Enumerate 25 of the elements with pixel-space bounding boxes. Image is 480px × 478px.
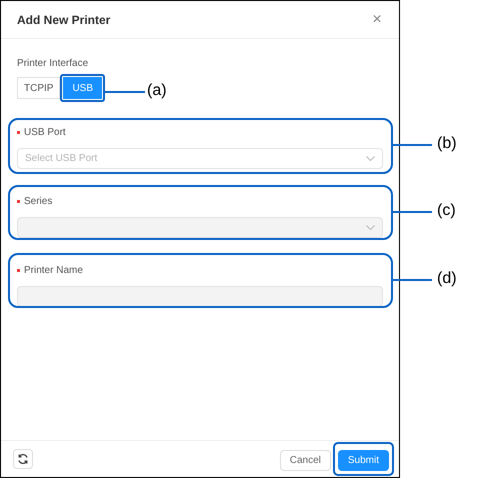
leader-line	[393, 211, 432, 213]
leader-line	[393, 144, 432, 146]
callout-label: (c)	[437, 203, 456, 219]
select-field[interactable]: Select USB Port	[17, 148, 383, 169]
refresh-button[interactable]	[13, 449, 33, 469]
callout-label: (d)	[437, 271, 457, 287]
placeholder-text: Select USB Port	[25, 152, 98, 166]
submit-button[interactable]: Submit	[338, 450, 389, 471]
cancel-button[interactable]: Cancel	[280, 450, 331, 471]
leader-line	[105, 91, 146, 93]
interface-tab[interactable]: USB	[63, 77, 102, 99]
callout-frame	[60, 74, 106, 102]
callout-label: (b)	[437, 136, 457, 152]
field-label: USB Port	[24, 126, 66, 140]
dialog-title: Add New Printer	[17, 12, 110, 28]
interface-tab[interactable]: TCPIP	[17, 77, 60, 99]
callout-label: (a)	[147, 83, 167, 99]
refresh-icon	[17, 453, 29, 465]
chevron-down-icon	[366, 225, 375, 230]
field-label: Series	[24, 195, 52, 209]
close-button[interactable]: ×	[367, 10, 387, 30]
field-label: Printer Name	[24, 264, 83, 278]
field-label: Printer Interface	[17, 57, 88, 71]
leader-line	[393, 279, 432, 281]
chevron-down-icon	[366, 156, 375, 161]
